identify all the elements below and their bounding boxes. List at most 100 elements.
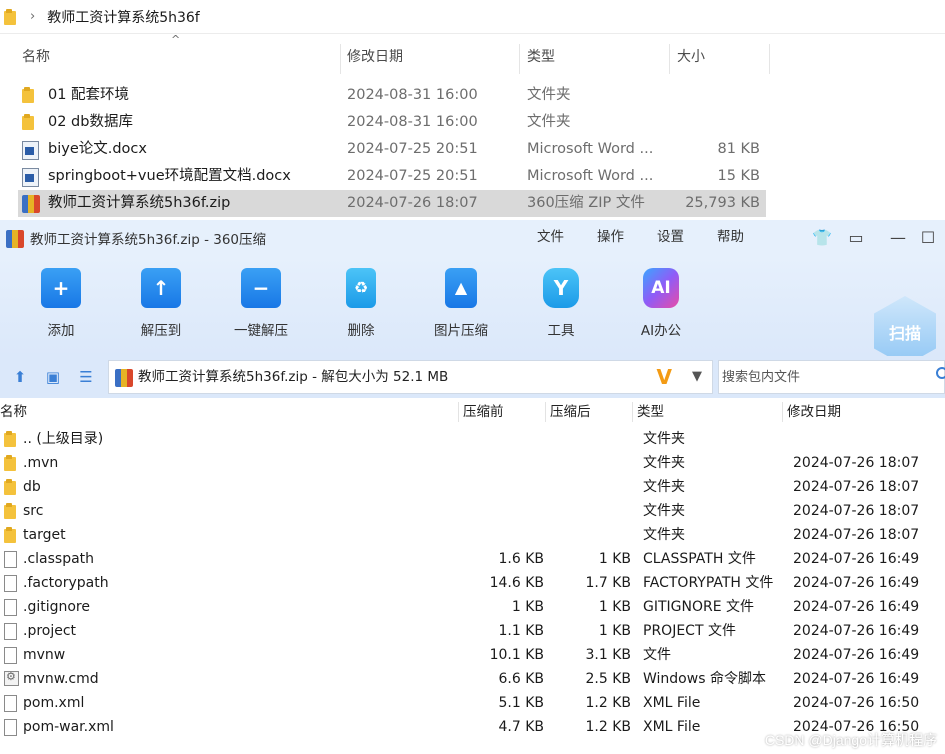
explorer-file-row[interactable]: biye论文.docx 2024-07-25 20:51 Microsoft Wor… [18, 136, 766, 163]
column-compressed-after[interactable]: 压缩后 [550, 400, 591, 424]
add-folder-icon: + [41, 268, 81, 308]
tools-button[interactable]: Y 工具 [516, 268, 606, 339]
file-name: 01 配套环境 [48, 87, 130, 103]
file-name: 教师工资计算系统5h36f.zip [48, 195, 231, 211]
file-icon [4, 695, 17, 712]
archive-file-row[interactable]: mvnw.cmd 6.6 KB 2.5 KB Windows 命令脚本 2024-07-… [0, 667, 945, 691]
search-icon[interactable] [936, 367, 945, 379]
column-divider[interactable] [632, 402, 633, 422]
file-icon [4, 623, 17, 640]
archive-file-row[interactable]: .mvn 文件夹 2024-07-26 18:07 [0, 451, 945, 475]
explorer-file-row[interactable]: 01 配套环境 2024-08-31 16:00 文件夹 [18, 82, 766, 109]
file-icon [4, 719, 17, 736]
explorer-file-row[interactable]: 教师工资计算系统5h36f.zip 2024-07-26 18:07 360压缩 Z… [18, 190, 766, 217]
archive-file-row[interactable]: .. (上级目录) 文件夹 [0, 427, 945, 451]
column-compressed-before[interactable]: 压缩前 [463, 400, 504, 424]
delete-button[interactable]: ♻ 删除 [316, 268, 406, 339]
archive-file-row[interactable]: .gitignore 1 KB 1 KB GITIGNORE 文件 2024-07-26… [0, 595, 945, 619]
search-input[interactable] [719, 361, 919, 393]
chevron-right-icon[interactable]: › [30, 9, 35, 24]
column-divider[interactable] [669, 44, 670, 74]
archive-file-modified: 2024-07-26 16:49 [793, 599, 920, 615]
archive-file-modified: 2024-07-26 16:49 [793, 671, 920, 687]
list-view-icon[interactable]: ☰ [76, 367, 96, 387]
file-type: Microsoft Word ... [527, 141, 654, 157]
maximize-icon[interactable]: ☐ [918, 228, 938, 248]
archive-file-row[interactable]: src 文件夹 2024-07-26 18:07 [0, 499, 945, 523]
menu-help[interactable]: 帮助 [717, 220, 744, 254]
archive-file-type: 文件 [643, 647, 671, 663]
archive-file-name: .classpath [23, 551, 95, 567]
tools-icon: Y [543, 268, 579, 308]
column-divider[interactable] [340, 44, 341, 74]
explorer-file-row[interactable]: 02 db数据库 2024-08-31 16:00 文件夹 [18, 109, 766, 136]
minimize-icon[interactable]: — [888, 228, 908, 248]
archive-file-row[interactable]: db 文件夹 2024-07-26 18:07 [0, 475, 945, 499]
column-size[interactable]: 大小 [677, 40, 705, 74]
archive-file-row[interactable]: pom.xml 5.1 KB 1.2 KB XML File 2024-07-26 16… [0, 691, 945, 715]
archive-file-type: Windows 命令脚本 [643, 671, 766, 687]
v-logo-icon[interactable]: V [657, 365, 672, 389]
file-icon [4, 647, 17, 664]
address-bar[interactable]: › 教师工资计算系统5h36f [0, 0, 945, 34]
file-modified: 2024-07-26 18:07 [347, 195, 478, 211]
title-bar: 教师工资计算系统5h36f.zip - 360压缩 文件 操作 设置 帮助 👕 … [0, 220, 945, 256]
file-icon [4, 575, 17, 592]
explorer-file-row[interactable]: springboot+vue环境配置文档.docx 2024-07-25 20:5… [18, 163, 766, 190]
path-bar: ⬆ ▣ ☰ 教师工资计算系统5h36f.zip - 解包大小为 52.1 MB … [0, 356, 945, 398]
archive-file-row[interactable]: mvnw 10.1 KB 3.1 KB 文件 2024-07-26 16:49 [0, 643, 945, 667]
column-modified[interactable]: 修改日期 [347, 40, 403, 74]
column-divider[interactable] [519, 44, 520, 74]
archive-file-type: GITIGNORE 文件 [643, 599, 755, 615]
column-divider[interactable] [458, 402, 459, 422]
archive-file-type: 文件夹 [643, 527, 685, 543]
file-modified: 2024-08-31 16:00 [347, 114, 478, 130]
menu-operation[interactable]: 操作 [597, 220, 624, 254]
image-compress-button[interactable]: ▲ 图片压缩 [416, 268, 506, 339]
one-click-extract-button[interactable]: − 一键解压 [216, 268, 306, 339]
file-explorer: › 教师工资计算系统5h36f 名称 修改日期 类型 大小 ^ 01 配套环境 2… [0, 0, 945, 220]
column-divider[interactable] [545, 402, 546, 422]
sort-ascending-icon: ^ [171, 33, 181, 46]
archive-file-row[interactable]: .project 1.1 KB 1 KB PROJECT 文件 2024-07-26 1… [0, 619, 945, 643]
search-box[interactable] [718, 360, 945, 394]
thumbnail-view-icon[interactable]: ▣ [43, 367, 63, 387]
feedback-icon[interactable]: ▭ [846, 228, 866, 248]
scan-label: 扫描 [888, 324, 921, 343]
up-level-icon[interactable]: ⬆ [10, 367, 30, 387]
archive-size-before: 14.6 KB [489, 575, 544, 591]
add-button[interactable]: + 添加 [16, 268, 106, 339]
ai-office-button[interactable]: AI AI办公 [616, 268, 706, 339]
file-modified: 2024-07-25 20:51 [347, 141, 478, 157]
archive-file-modified: 2024-07-26 16:49 [793, 575, 920, 591]
breadcrumb[interactable]: 教师工资计算系统5h36f [47, 7, 200, 27]
tools-label: 工具 [547, 323, 575, 339]
menu-file[interactable]: 文件 [537, 220, 564, 254]
archive-file-type: PROJECT 文件 [643, 623, 736, 639]
folder-icon [4, 527, 16, 543]
archive-file-row[interactable]: .factorypath 14.6 KB 1.7 KB FACTORYPATH 文件 2… [0, 571, 945, 595]
column-divider[interactable] [782, 402, 783, 422]
archive-file-modified: 2024-07-26 16:50 [793, 695, 920, 711]
dropdown-arrow-icon[interactable]: ▼ [692, 365, 702, 389]
column-divider[interactable] [769, 44, 770, 74]
column-type[interactable]: 类型 [637, 400, 664, 424]
skin-shirt-icon[interactable]: 👕 [812, 228, 832, 248]
archive-file-type: 文件夹 [643, 479, 685, 495]
archive-file-name: .project [23, 623, 77, 639]
column-name[interactable]: 名称 [22, 40, 50, 74]
file-type: 文件夹 [527, 87, 571, 103]
extract-to-button[interactable]: ↑ 解压到 [116, 268, 206, 339]
archive-file-row[interactable]: .classpath 1.6 KB 1 KB CLASSPATH 文件 2024-07-… [0, 547, 945, 571]
menu-settings[interactable]: 设置 [657, 220, 684, 254]
column-type[interactable]: 类型 [527, 40, 555, 74]
column-modified[interactable]: 修改日期 [787, 400, 841, 424]
archive-file-type: CLASSPATH 文件 [643, 551, 756, 567]
archive-path-field[interactable]: 教师工资计算系统5h36f.zip - 解包大小为 52.1 MB V ▼ [108, 360, 713, 394]
archive-file-row[interactable]: target 文件夹 2024-07-26 18:07 [0, 523, 945, 547]
image-compress-label: 图片压缩 [434, 323, 488, 339]
ai-office-label: AI办公 [640, 323, 682, 339]
column-name[interactable]: 名称 [0, 400, 27, 424]
zip-app-icon [6, 230, 24, 248]
delete-label: 删除 [347, 323, 375, 339]
